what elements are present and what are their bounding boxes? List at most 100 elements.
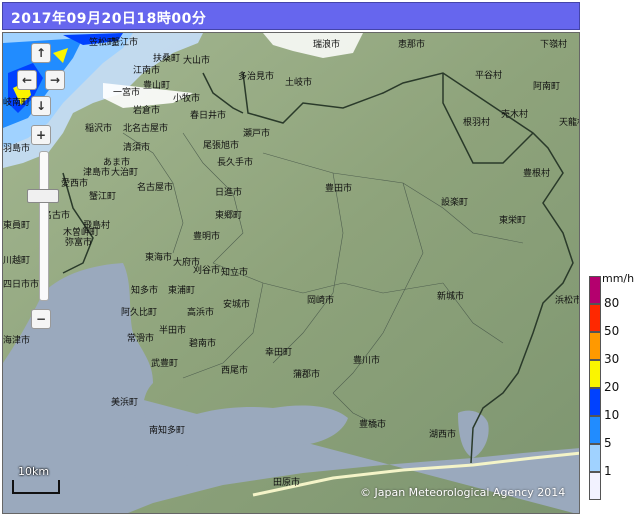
legend-unit: mm/h (602, 272, 635, 285)
legend-value: 20 (604, 380, 620, 394)
place-label: あま市 (103, 156, 130, 168)
pan-down-button[interactable]: ↓ (31, 96, 51, 116)
legend-value: 80 (604, 296, 620, 310)
place-label: 日進市 (215, 186, 242, 198)
place-label: 刈谷市 (193, 264, 220, 276)
place-label: 碧南市 (189, 337, 216, 349)
place-label: 根羽村 (463, 116, 490, 128)
precipitation-legend: mm/h 80 50 30 20 10 5 1 (586, 272, 638, 512)
copyright-text: © Japan Meteorological Agency 2014 (360, 486, 566, 499)
legend-color-swatch (589, 444, 601, 472)
place-label: 設楽町 (441, 196, 468, 208)
zoom-out-button[interactable]: − (31, 309, 51, 329)
place-label: 半田市 (159, 324, 186, 336)
place-label: 下嶺村 (540, 38, 567, 50)
scale-label: 10km (18, 465, 50, 478)
place-label: 知多市 (131, 284, 158, 296)
legend-value: 50 (604, 324, 620, 338)
legend-value: 30 (604, 352, 620, 366)
place-label: 武豊町 (151, 357, 178, 369)
place-label: 豊田市 (325, 182, 352, 194)
place-label: 川越町 (3, 254, 30, 266)
place-label: 常滑市 (127, 332, 154, 344)
place-label: 清須市 (123, 141, 150, 153)
place-label: 西尾市 (221, 364, 248, 376)
place-label: 高浜市 (187, 306, 214, 318)
place-label: 稲沢市 (85, 122, 112, 134)
pan-left-button[interactable]: ← (17, 70, 37, 90)
scale-bar (12, 480, 60, 494)
place-label: 豊橋市 (359, 418, 386, 430)
legend-value: 1 (604, 464, 612, 478)
radar-map[interactable]: 蟹江市 江南市 扶桑町 大山市 多治見市 土岐市 瑞浪市 恵那市 下嶺村 豊山町… (2, 32, 580, 514)
place-label: 豊明市 (193, 230, 220, 242)
place-label: 岡崎市 (307, 294, 334, 306)
place-label: 豊根村 (523, 167, 550, 179)
map-title: 2017年09月20日18時00分 (11, 11, 207, 27)
place-label: 平谷村 (475, 69, 502, 81)
place-label: 幸田町 (265, 347, 292, 358)
place-label: 東員町 (3, 219, 30, 231)
legend-color-swatch (589, 360, 601, 388)
place-label: 多治見市 (238, 70, 274, 82)
place-label: 阿久比町 (121, 306, 157, 318)
zoom-slider-track[interactable] (39, 151, 49, 301)
legend-color-swatch (589, 276, 601, 304)
place-label: 羽島市 (3, 142, 30, 154)
place-label: 安城市 (223, 298, 250, 310)
place-label: 東浦町 (168, 284, 195, 296)
place-label: 阿南町 (533, 80, 560, 92)
place-label: 大山市 (183, 54, 210, 66)
place-label: 売木村 (501, 108, 528, 120)
place-label: 豊山町 (143, 79, 170, 91)
map-title-bar: 2017年09月20日18時00分 (2, 2, 580, 30)
place-label: 新城市 (437, 290, 464, 302)
legend-color-swatch (589, 332, 601, 360)
place-label: 岐南町 (3, 96, 30, 108)
pan-up-button[interactable]: ↑ (31, 43, 51, 63)
place-label: 土岐市 (285, 76, 312, 88)
place-label: 天龍村 (559, 116, 580, 128)
place-label: 愛西市 (61, 177, 88, 189)
place-label: 尾張旭市 (203, 139, 239, 151)
place-label: 春日井市 (190, 109, 226, 121)
place-label: 長久手市 (217, 156, 253, 168)
place-label: 瀬戸市 (243, 127, 270, 139)
place-label: 東海市 (145, 251, 172, 263)
place-label: 美浜町 (111, 396, 138, 408)
place-label: 田原市 (273, 476, 300, 488)
legend-color-swatch (589, 472, 601, 500)
place-label: 津島市 (83, 166, 110, 178)
zoom-in-button[interactable]: + (31, 125, 51, 145)
place-label: 恵那市 (398, 38, 425, 50)
place-label: 四日市市 (3, 278, 39, 290)
place-label: 南知多町 (149, 424, 185, 436)
pan-right-button[interactable]: → (45, 70, 65, 90)
place-label: 江南市 (133, 64, 160, 76)
place-label: 豊川市 (353, 354, 380, 366)
place-label: 大治町 (111, 166, 138, 178)
legend-value: 5 (604, 436, 612, 450)
place-label: 海津市 (3, 334, 30, 346)
place-label: 小牧市 (173, 92, 200, 104)
zoom-slider-thumb[interactable] (27, 189, 59, 203)
place-label: 蒲郡市 (293, 368, 320, 380)
place-label: 知立市 (221, 266, 248, 278)
place-label: 笠松町 (89, 36, 116, 48)
map-canvas: 蟹江市 江南市 扶桑町 大山市 多治見市 土岐市 瑞浪市 恵那市 下嶺村 豊山町… (3, 33, 580, 513)
legend-color-swatch (589, 388, 601, 416)
place-label: 瑞浪市 (313, 38, 340, 50)
legend-color-swatch (589, 416, 601, 444)
place-label: 一宮市 (113, 86, 140, 98)
legend-color-swatch (589, 304, 601, 332)
place-label: 名古屋市 (137, 181, 173, 193)
place-label: 東郷町 (215, 209, 242, 221)
place-label: 蟹江町 (89, 190, 116, 202)
place-label: 扶桑町 (153, 52, 180, 64)
place-label: 東栄町 (499, 214, 526, 226)
place-label: 岩倉市 (133, 104, 160, 116)
place-label: 飛島村 (83, 219, 110, 231)
place-label: 北名古屋市 (123, 122, 168, 134)
place-label: 湖西市 (429, 428, 456, 440)
legend-value: 10 (604, 408, 620, 422)
